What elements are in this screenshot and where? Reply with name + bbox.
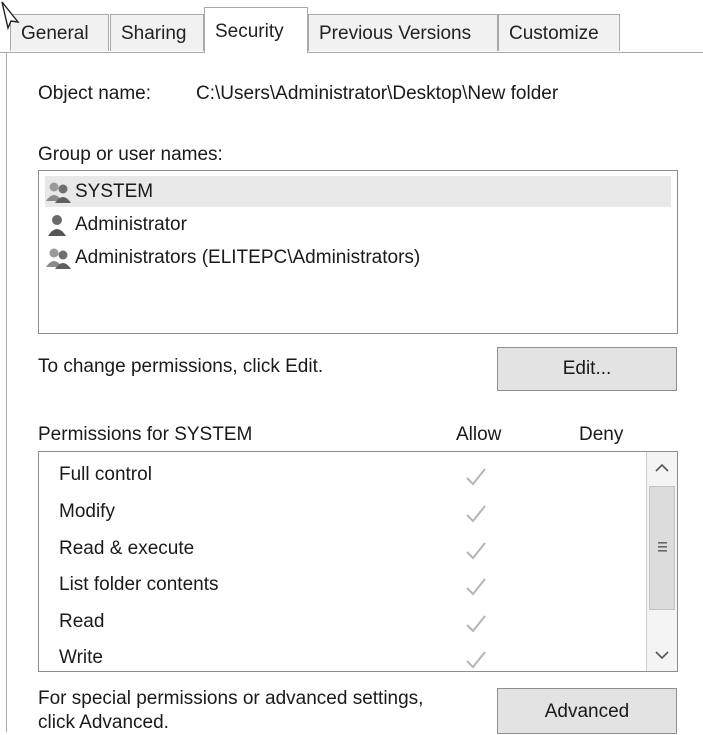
group-users-icon [46,182,71,203]
allow-check-icon [466,468,486,486]
permissions-list[interactable]: Full control Modify Read & execute List … [38,451,678,672]
list-item-administrator[interactable]: Administrator [45,209,187,240]
group-user-names-label: Group or user names: [38,144,223,165]
panel-border [6,52,7,732]
chevron-up-icon [655,463,669,472]
allow-check-icon [466,542,486,560]
permission-modify: Modify [59,501,115,522]
tab-sharing[interactable]: Sharing [110,14,204,51]
allow-check-icon [466,505,486,523]
group-users-icon [46,248,71,269]
advanced-button[interactable]: Advanced [497,688,677,734]
tab-bar: General Sharing Security Previous Versio… [0,0,703,54]
allow-check-icon [466,615,486,633]
advanced-hint-line1: For special permissions or advanced sett… [38,688,424,709]
mouse-cursor-icon [1,1,20,30]
scrollbar-thumb[interactable] [649,486,675,610]
object-name-label: Object name: [38,83,151,104]
user-name: SYSTEM [75,181,154,202]
allow-check-icon [466,578,486,596]
permission-read: Read [59,611,105,632]
chevron-down-icon [655,651,669,660]
scroll-up-button[interactable] [647,452,677,484]
grip-icon [658,542,667,552]
allow-check-icon [466,651,486,669]
change-permissions-hint: To change permissions, click Edit. [38,356,324,377]
tab-general[interactable]: General [10,14,109,51]
permission-read-execute: Read & execute [59,538,195,559]
user-icon [48,214,66,236]
allow-column-header: Allow [456,424,502,445]
tab-previous-versions[interactable]: Previous Versions [308,14,498,51]
permission-full-control: Full control [59,464,152,485]
tab-customize[interactable]: Customize [498,14,620,51]
permission-list-folder-contents: List folder contents [59,574,219,595]
scroll-down-button[interactable] [647,639,677,671]
permission-write: Write [59,647,103,668]
list-item-system[interactable]: SYSTEM [45,176,671,207]
tab-divider [0,52,703,53]
tab-security[interactable]: Security [204,7,308,53]
object-name-value: C:\Users\Administrator\Desktop\New folde… [196,83,559,104]
edit-button[interactable]: Edit... [497,347,677,391]
permissions-header: Permissions for SYSTEM [38,424,253,445]
user-name: Administrators (ELITEPC\Administrators) [75,247,421,268]
deny-column-header: Deny [579,424,624,445]
user-name: Administrator [75,214,187,235]
permissions-scrollbar[interactable] [646,452,677,671]
group-user-list[interactable]: SYSTEM Administrator Administrators (ELI… [38,170,678,334]
list-item-administrators[interactable]: Administrators (ELITEPC\Administrators) [45,242,420,273]
advanced-hint-line2: click Advanced. [38,712,169,733]
